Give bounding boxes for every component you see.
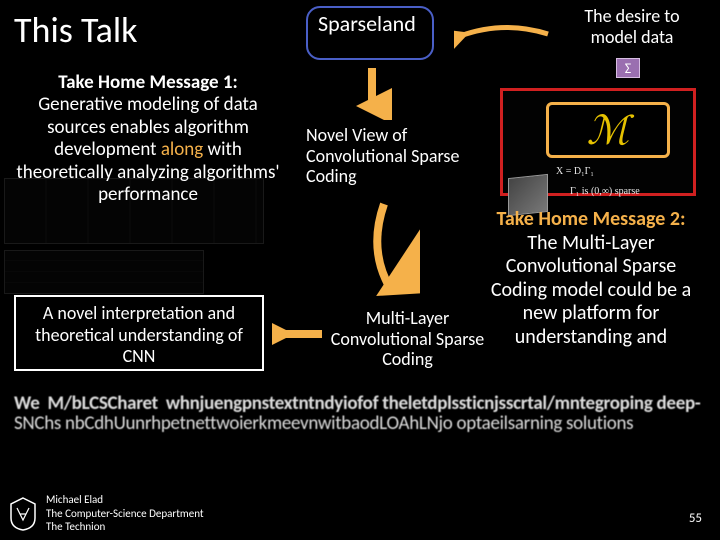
- novel-view-label: Novel View of Convolutional Sparse Codin…: [306, 125, 464, 187]
- m-model-graphic: ℳ X = D₁Γ₁ Γ₁ is (0,∞) sparse: [500, 88, 696, 208]
- technion-logo: [8, 496, 38, 532]
- sigma-icon: Σ: [616, 58, 640, 78]
- multi-layer-csc-label: Multi-Layer Convolutional Sparse Coding: [330, 308, 485, 370]
- footer-inst: The Technion: [46, 520, 204, 534]
- equation-x-d1g1: X = D₁Γ₁: [556, 166, 594, 177]
- arrow-mlcsc-to-cnn: [272, 320, 328, 350]
- background-plot-2: [4, 250, 204, 294]
- smeared-line-2: SNChs nbCdhUunrhpetnettwoierkmeevnwitbao…: [14, 414, 706, 434]
- msg2-heading: Take Home Message 2:: [496, 207, 685, 231]
- arrow-novelview-down: [360, 200, 420, 300]
- slide-title: This Talk: [14, 8, 138, 52]
- msg1-along-word: along: [161, 138, 203, 161]
- take-home-message-2: Take Home Message 2: The Multi-Layer Con…: [476, 208, 706, 350]
- page-number: 55: [689, 511, 702, 526]
- overlapping-conclusion-text: We M/bLCSCharet whnjuengpnstextntndyiofo…: [14, 394, 706, 434]
- arrow-sparseland-down: [352, 64, 392, 120]
- msg1-heading: Take Home Message 1:: [58, 71, 238, 94]
- sparseland-box: Sparseland: [306, 6, 434, 60]
- smeared-line-1: We M/bLCSCharet whnjuengpnstextntndyiofo…: [14, 394, 706, 414]
- m-script-box: ℳ: [546, 102, 670, 158]
- arrow-desire-to-sparseland: [454, 22, 554, 52]
- footer-dept: The Computer-Science Department: [46, 507, 204, 521]
- footer-credits: Michael Elad The Computer-Science Depart…: [46, 493, 204, 534]
- take-home-message-1: Take Home Message 1: Generative modeling…: [14, 72, 282, 206]
- footer-name: Michael Elad: [46, 493, 204, 507]
- equation-gamma-sparse: Γ₁ is (0,∞) sparse: [570, 186, 640, 197]
- msg2-body: The Multi-Layer Convolutional Sparse Cod…: [491, 231, 691, 349]
- cnn-interpretation-box: A novel interpretation and theoretical u…: [14, 295, 264, 371]
- desire-model-data-label: The desire to model data: [562, 6, 702, 47]
